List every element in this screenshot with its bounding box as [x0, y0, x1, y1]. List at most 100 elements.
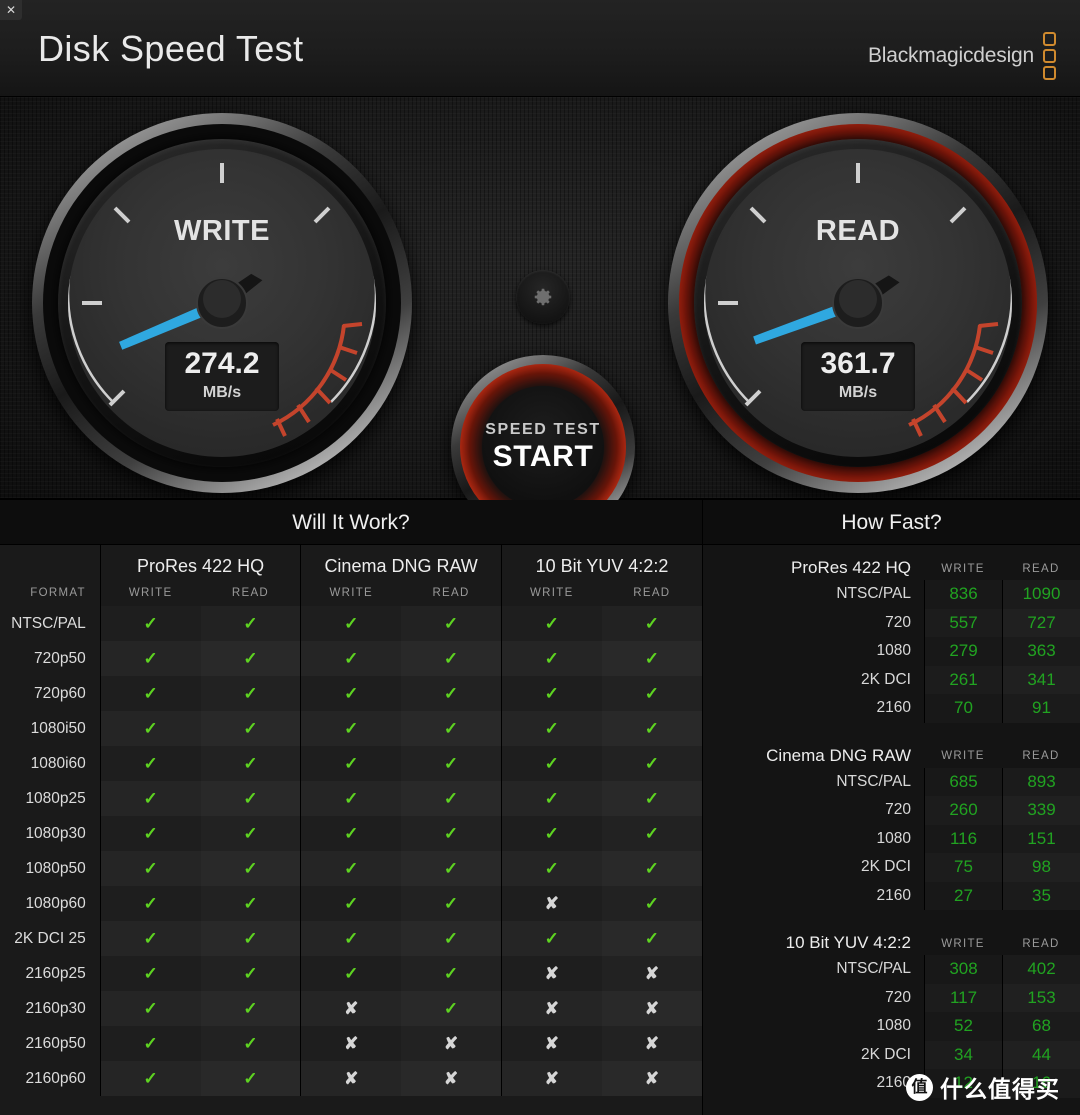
check-icon: ✓ [500, 921, 602, 956]
read-speed-value: 1090 [1002, 580, 1080, 609]
write-value: 274.2 [184, 347, 260, 380]
check-icon: ✓ [99, 746, 201, 781]
how-fast-row: 720 557 727 [703, 608, 1080, 637]
write-speed-value: 836 [924, 580, 1002, 609]
how-fast-col-read: READ [1022, 562, 1060, 575]
start-button-sublabel: SPEED TEST [485, 420, 601, 438]
read-gauge: READ 361.7 MB/s [668, 113, 1048, 493]
close-icon[interactable]: ✕ [0, 0, 22, 20]
group-header-dng: Cinema DNG RAW [300, 545, 502, 579]
format-label: 720p60 [34, 684, 86, 702]
cross-icon: ✘ [601, 1026, 702, 1061]
check-icon: ✓ [99, 956, 201, 991]
will-it-work-title: Will It Work? [0, 500, 702, 545]
check-icon: ✓ [300, 676, 402, 711]
check-icon: ✓ [99, 1026, 201, 1061]
check-icon: ✓ [300, 886, 402, 921]
table-row: 1080p30 ✓ ✓ ✓ ✓ ✓ ✓ [0, 816, 702, 851]
how-fast-group-name: 10 Bit YUV 4:2:2 [785, 933, 911, 952]
check-icon: ✓ [601, 851, 702, 886]
check-icon: ✓ [200, 816, 301, 851]
write-speed-value: 34 [924, 1040, 1002, 1069]
write-speed-value: 261 [924, 665, 1002, 694]
resolution-label: 2160 [876, 699, 911, 717]
how-fast-row: NTSC/PAL 308 402 [703, 955, 1080, 984]
format-label: 2160p50 [25, 1034, 86, 1052]
resolution-label: 1080 [876, 642, 911, 660]
check-icon: ✓ [300, 606, 402, 641]
check-icon: ✓ [99, 676, 201, 711]
check-icon: ✓ [601, 606, 702, 641]
check-icon: ✓ [300, 746, 402, 781]
check-icon: ✓ [401, 676, 502, 711]
how-fast-row: 1080 279 363 [703, 637, 1080, 666]
read-speed-value: 91 [1002, 694, 1080, 723]
cross-icon: ✘ [601, 1061, 702, 1096]
gear-icon [534, 288, 552, 306]
table-row: 2160p60 ✓ ✓ ✘ ✘ ✘ ✘ [0, 1061, 702, 1096]
how-fast-group-header: Cinema DNG RAW WRITE READ [703, 733, 1080, 768]
how-fast-panel: How Fast? ProRes 422 HQ WRITE READ NTSC/PAL… [703, 500, 1080, 1115]
will-it-work-panel: Will It Work? ProRes 422 HQ Cinema DNG R… [0, 500, 703, 1115]
how-fast-group-name: ProRes 422 HQ [791, 558, 911, 577]
start-button-label: START [492, 439, 594, 473]
resolution-label: 2K DCI [861, 858, 911, 876]
resolution-label: 2K DCI [861, 670, 911, 688]
group-header-prores: ProRes 422 HQ [99, 545, 301, 579]
check-icon: ✓ [99, 711, 201, 746]
read-speed-value: 893 [1002, 767, 1080, 796]
cross-icon: ✘ [401, 1026, 502, 1061]
check-icon: ✓ [601, 641, 702, 676]
write-speed-value: 685 [924, 767, 1002, 796]
how-fast-row: 2K DCI 261 341 [703, 665, 1080, 694]
cross-icon: ✘ [401, 1061, 502, 1096]
write-value-box: 274.2 MB/s [165, 342, 279, 411]
write-speed-value: 27 [924, 881, 1002, 910]
resolution-label: 1080 [876, 829, 911, 847]
check-icon: ✓ [401, 991, 502, 1026]
column-header-dng-write: WRITE [300, 579, 402, 606]
how-fast-row: 1080 116 151 [703, 824, 1080, 853]
write-gauge: WRITE 274.2 MB/s [32, 113, 412, 493]
check-icon: ✓ [500, 816, 602, 851]
cross-icon: ✘ [500, 1061, 602, 1096]
check-icon: ✓ [99, 991, 201, 1026]
check-icon: ✓ [500, 781, 602, 816]
format-label: 2160p60 [25, 1069, 86, 1087]
check-icon: ✓ [99, 781, 201, 816]
write-speed-value: 117 [924, 983, 1002, 1012]
check-icon: ✓ [300, 781, 402, 816]
table-row: 2160p50 ✓ ✓ ✘ ✘ ✘ ✘ [0, 1026, 702, 1061]
write-speed-value: 308 [924, 955, 1002, 984]
column-header-prores-write: WRITE [99, 579, 201, 606]
format-label: 2160p30 [25, 999, 86, 1017]
column-header-dng-read: READ [432, 586, 470, 599]
how-fast-group-name: Cinema DNG RAW [766, 745, 911, 765]
read-unit: MB/s [838, 384, 878, 401]
how-fast-group-header: 10 Bit YUV 4:2:2 WRITE READ [703, 920, 1080, 955]
read-value: 361.7 [820, 347, 896, 380]
watermark: 值 什么值得买 [906, 1070, 1060, 1104]
resolution-label: 1080 [876, 1017, 911, 1035]
how-fast-row: 2K DCI 75 98 [703, 853, 1080, 882]
check-icon: ✓ [401, 606, 502, 641]
format-label: 1080p60 [25, 894, 86, 912]
check-icon: ✓ [200, 781, 301, 816]
check-icon: ✓ [601, 746, 702, 781]
column-header-yuv-read: READ [633, 586, 671, 599]
read-speed-value: 35 [1002, 881, 1080, 910]
read-speed-value: 339 [1002, 796, 1080, 825]
how-fast-group-header: ProRes 422 HQ WRITE READ [703, 545, 1080, 580]
format-label: 1080p25 [25, 789, 86, 807]
check-icon: ✓ [601, 676, 702, 711]
write-gauge-label: WRITE [174, 215, 270, 247]
check-icon: ✓ [401, 921, 502, 956]
read-speed-value: 68 [1002, 1012, 1080, 1041]
table-row: 2160p30 ✓ ✓ ✘ ✓ ✘ ✘ [0, 991, 702, 1026]
settings-button[interactable] [516, 270, 570, 324]
format-label: 2K DCI 25 [14, 929, 86, 947]
cross-icon: ✘ [500, 956, 602, 991]
resolution-label: 2160 [876, 886, 911, 904]
check-icon: ✓ [200, 676, 301, 711]
